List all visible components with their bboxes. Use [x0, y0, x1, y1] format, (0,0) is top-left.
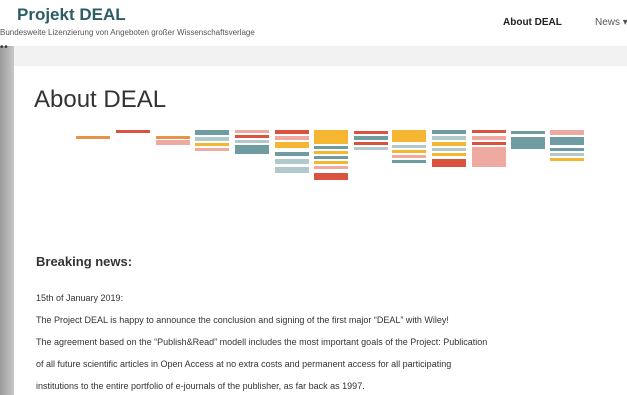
decor-bar	[235, 145, 269, 154]
dots-icon: • •	[0, 42, 8, 53]
decor-bar	[76, 136, 110, 139]
decor-bar	[472, 136, 506, 140]
decor-bar	[354, 136, 388, 140]
decor-bar	[511, 137, 545, 149]
decor-bar	[550, 158, 584, 161]
nav-item-about[interactable]: About DEAL	[503, 17, 562, 28]
decor-bar	[275, 130, 309, 134]
content-panel: About DEAL Breaking news: 15th of Januar…	[14, 66, 627, 395]
decor-bar	[550, 137, 584, 145]
decor-bar	[472, 147, 506, 167]
decor-bar	[432, 159, 466, 167]
decor-bar	[432, 136, 466, 140]
decor-bar	[432, 130, 466, 134]
decorative-bars-graphic	[76, 128, 596, 188]
breaking-news-heading: Breaking news:	[36, 254, 133, 269]
nav-item-news[interactable]: News ▾	[595, 17, 627, 28]
decor-bar	[472, 142, 506, 145]
site-subtitle: Bundesweite Lizenzierung von Angeboten g…	[0, 28, 255, 37]
decor-bar	[432, 142, 466, 146]
decor-bar	[116, 130, 150, 133]
decor-bar	[354, 147, 388, 150]
decor-bar	[314, 166, 348, 169]
decor-bar	[275, 142, 309, 148]
decor-bar	[314, 146, 348, 149]
page-title: About DEAL	[34, 86, 167, 113]
decor-bar	[195, 143, 229, 146]
decor-bar	[235, 140, 269, 143]
decor-bar	[550, 148, 584, 151]
decor-bar	[156, 140, 190, 145]
site-title[interactable]: Projekt DEAL	[17, 6, 126, 24]
decor-bar	[354, 142, 388, 145]
decor-bar	[195, 137, 229, 141]
news-text-line: The agreement based on the “Publish&Read…	[36, 337, 488, 347]
decor-bar	[275, 167, 309, 173]
decor-bar	[392, 150, 426, 153]
decor-bar	[511, 131, 545, 134]
decor-bar	[314, 161, 348, 164]
left-gutter	[0, 46, 14, 395]
decor-bar	[195, 148, 229, 151]
decor-bar	[275, 152, 309, 156]
news-text-line: The Project DEAL is happy to announce th…	[36, 315, 449, 325]
news-date: 15th of January 2019:	[36, 293, 124, 303]
decor-bar	[392, 160, 426, 163]
decor-bar	[314, 130, 348, 144]
news-text-line: institutions to the entire portfolio of …	[36, 381, 365, 391]
decor-bar	[235, 135, 269, 138]
decor-bar	[156, 136, 190, 139]
decor-bar	[275, 159, 309, 164]
site-header: Projekt DEAL Bundesweite Lizenzierung vo…	[0, 0, 627, 46]
decor-bar	[314, 156, 348, 159]
decor-bar	[432, 153, 466, 156]
decor-bar	[235, 130, 269, 133]
decor-bar	[392, 145, 426, 148]
decor-bar	[550, 130, 584, 135]
news-text-line: of all future scientific articles in Ope…	[36, 359, 452, 369]
decor-bar	[472, 130, 506, 133]
decor-bar	[354, 131, 388, 134]
decor-bar	[432, 148, 466, 151]
decor-bar	[314, 151, 348, 154]
decor-bar	[195, 130, 229, 135]
decor-bar	[275, 136, 309, 140]
decor-bar	[550, 153, 584, 156]
decor-bar	[392, 130, 426, 142]
decor-bar	[392, 155, 426, 158]
decor-bar	[314, 173, 348, 180]
